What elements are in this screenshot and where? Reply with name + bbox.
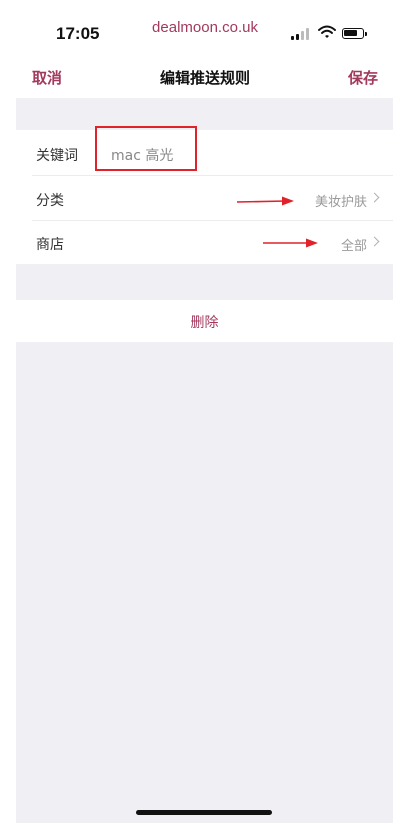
battery-icon <box>342 28 367 39</box>
keyword-input[interactable] <box>111 145 271 165</box>
chevron-right-icon <box>369 192 380 203</box>
status-bar: 17:05 dealmoon.co.uk <box>0 0 410 62</box>
section-spacer <box>16 98 393 130</box>
cancel-button[interactable]: 取消 <box>32 67 62 88</box>
rule-form: 关键词 分类 美妆护肤 商店 全部 <box>16 130 393 264</box>
delete-label: 删除 <box>190 315 219 331</box>
keyword-label: 关键词 <box>36 148 78 164</box>
store-value: 全部 <box>340 239 367 254</box>
page-margin-left <box>0 98 16 823</box>
save-button[interactable]: 保存 <box>348 67 378 88</box>
empty-content-area <box>16 342 393 823</box>
chevron-right-icon <box>369 236 380 247</box>
home-indicator[interactable] <box>136 810 272 815</box>
wifi-icon <box>318 25 336 38</box>
page-margin-right <box>393 98 410 823</box>
row-divider <box>32 175 393 176</box>
store-row[interactable]: 商店 全部 <box>16 221 393 265</box>
section-spacer <box>16 264 393 300</box>
cellular-signal-icon <box>291 28 313 40</box>
category-row[interactable]: 分类 美妆护肤 <box>16 177 393 221</box>
category-value: 美妆护肤 <box>314 195 367 210</box>
nav-bar: 取消 编辑推送规则 保存 <box>0 62 410 98</box>
category-label: 分类 <box>36 193 64 209</box>
delete-button[interactable]: 删除 <box>16 300 393 342</box>
store-label: 商店 <box>36 237 64 253</box>
keyword-row[interactable]: 关键词 <box>16 132 393 176</box>
